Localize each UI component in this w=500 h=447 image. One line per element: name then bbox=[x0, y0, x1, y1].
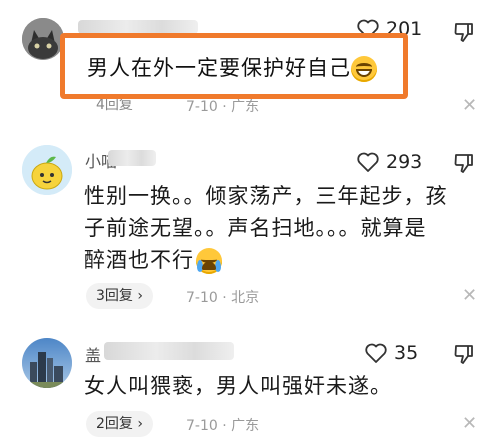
comment-date: 7-10 bbox=[186, 290, 218, 306]
meta-separator: · bbox=[222, 290, 227, 306]
chevron-right-icon: › bbox=[137, 288, 143, 304]
comment-date: 7-10 bbox=[186, 418, 218, 434]
reply-count-button[interactable]: 2回复 › bbox=[86, 411, 153, 437]
username-blurred[interactable] bbox=[78, 20, 198, 34]
highlight-box: 男人在外一定要保护好自己 bbox=[60, 33, 408, 99]
username-blurred bbox=[104, 342, 234, 360]
close-icon[interactable]: ✕ bbox=[462, 95, 477, 116]
avatar-city[interactable] bbox=[22, 338, 72, 388]
meta-separator: · bbox=[222, 99, 227, 115]
heart-outline-icon[interactable] bbox=[356, 151, 380, 173]
dislike-icon[interactable] bbox=[452, 342, 476, 366]
comment-meta: 7-10 · 广东 bbox=[186, 415, 259, 435]
close-icon[interactable]: ✕ bbox=[462, 285, 477, 306]
cat-avatar-icon bbox=[22, 18, 64, 60]
avatar-cat[interactable] bbox=[22, 18, 64, 60]
reply-count-button[interactable]: 3回复 › bbox=[86, 283, 153, 309]
comment-location: 广东 bbox=[231, 418, 260, 434]
comment-text: 性别一换。。倾家荡产，三年起步，孩 子前途无望。。声名扫地。。。就算是 醉酒也不… bbox=[84, 182, 448, 275]
like-group[interactable]: 293 bbox=[356, 151, 422, 173]
city-skyline-avatar-icon bbox=[22, 338, 72, 388]
comment-location: 广东 bbox=[231, 99, 260, 115]
like-group[interactable]: 35 bbox=[364, 342, 418, 364]
avatar-lemon[interactable] bbox=[22, 145, 72, 195]
comment-meta: 7-10 · 北京 bbox=[186, 287, 259, 307]
username-blurred bbox=[108, 150, 156, 166]
like-count: 293 bbox=[386, 151, 423, 173]
username[interactable]: 盖 bbox=[85, 342, 101, 366]
chevron-right-icon: › bbox=[137, 416, 143, 432]
crying-face-emoji-icon bbox=[196, 248, 222, 274]
meta-separator: · bbox=[222, 418, 227, 434]
dislike-icon[interactable] bbox=[452, 151, 476, 175]
comment-text: 男人在外一定要保护好自己 bbox=[87, 52, 377, 82]
heart-outline-icon[interactable] bbox=[364, 342, 388, 364]
comment-date: 7-10 bbox=[186, 99, 218, 115]
comment-location: 北京 bbox=[231, 290, 260, 306]
comment-meta: 7-10 · 广东 bbox=[186, 96, 259, 116]
comment-text-line: 醉酒也不行 bbox=[84, 246, 448, 275]
comment-text-line: 性别一换。。倾家荡产，三年起步，孩 bbox=[84, 184, 448, 208]
comment-text-line: 子前途无望。。声名扫地。。。就算是 bbox=[84, 216, 427, 240]
dislike-icon[interactable] bbox=[452, 20, 476, 44]
lemon-avatar-icon bbox=[22, 145, 72, 195]
grinning-face-emoji-icon bbox=[351, 56, 377, 82]
comment-text: 女人叫猥亵，男人叫强奸未遂。 bbox=[84, 374, 392, 398]
like-count: 35 bbox=[394, 342, 419, 364]
close-icon[interactable]: ✕ bbox=[462, 413, 477, 434]
